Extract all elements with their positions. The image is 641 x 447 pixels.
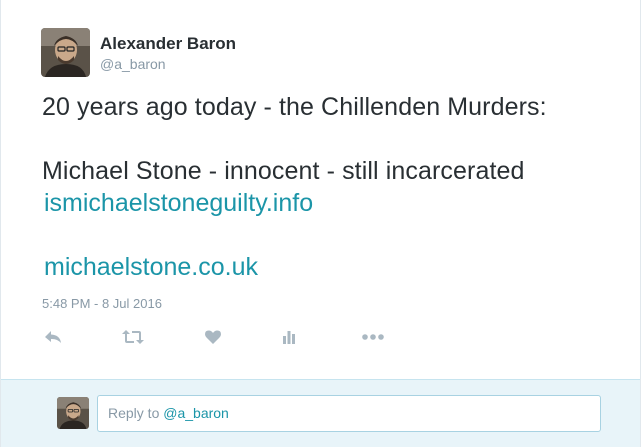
user-handle[interactable]: @a_baron <box>100 56 166 72</box>
like-icon[interactable] <box>201 325 225 349</box>
retweet-icon[interactable] <box>121 325 145 349</box>
reply-avatar <box>57 397 89 429</box>
reply-bar: Reply to @a_baron <box>1 379 640 447</box>
tweet-text-line-2: Michael Stone - innocent - still incarce… <box>42 157 525 185</box>
user-name[interactable]: Alexander Baron <box>100 34 236 54</box>
analytics-icon[interactable] <box>277 325 301 349</box>
tweet-frame: Alexander Baron @a_baron 20 years ago to… <box>0 0 641 447</box>
reply-icon[interactable] <box>41 325 65 349</box>
reply-input[interactable]: Reply to @a_baron <box>97 395 601 432</box>
tweet-link-michaelstone[interactable]: michaelstone.co.uk <box>44 253 258 282</box>
tweet-link-ismichaelstoneguilty[interactable]: ismichaelstoneguilty.info <box>44 189 313 218</box>
avatar[interactable] <box>41 28 90 77</box>
reply-placeholder-mention: @a_baron <box>163 405 229 421</box>
tweet-text-line-1: 20 years ago today - the Chillenden Murd… <box>42 93 547 121</box>
reply-placeholder-prefix: Reply to <box>108 405 164 421</box>
tweet-card: Alexander Baron @a_baron 20 years ago to… <box>1 0 640 379</box>
more-icon[interactable] <box>361 325 385 349</box>
tweet-timestamp[interactable]: 5:48 PM - 8 Jul 2016 <box>42 296 162 311</box>
